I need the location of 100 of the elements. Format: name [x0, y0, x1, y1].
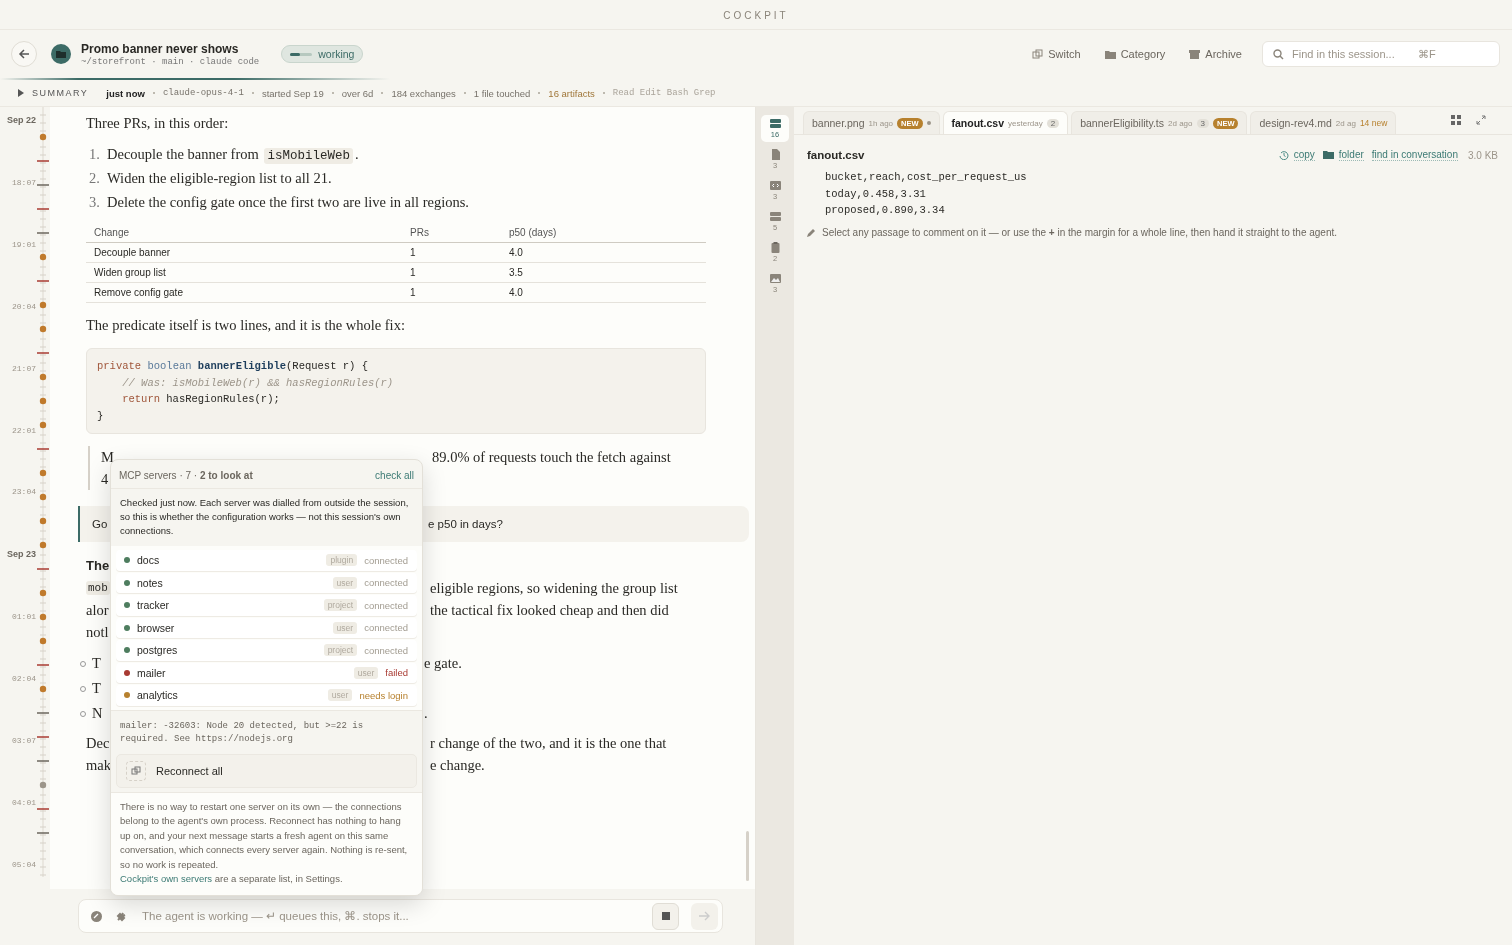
summary-item: just now: [106, 87, 145, 99]
server-status: connected: [364, 599, 408, 611]
timeline-label: 22:01: [12, 425, 36, 435]
paragraph-text: notl: [86, 623, 109, 641]
arrow-right-icon: [699, 911, 710, 921]
paragraph-text: Dec: [86, 734, 110, 752]
session-title: Promo banner never shows: [81, 41, 240, 56]
server-row[interactable]: analytics user needs login: [116, 685, 417, 706]
error-message: mailer: -32603: Node 20 detected, but >=22 is required. See https://nodejs.org: [111, 709, 422, 754]
summary-item: claude-opus-4-1: [162, 88, 244, 98]
history-icon: [1278, 150, 1289, 160]
scope-tag: project: [323, 644, 358, 657]
server-row[interactable]: postgres project connected: [116, 640, 417, 661]
popup-note: Checked just now. Each server was dialled from outside the session, so this is whether the configuration works — not this session's own connections.: [119, 496, 410, 538]
column-header: Change: [86, 223, 402, 243]
section-heading: The: [86, 558, 110, 573]
table-cell: 3.5: [501, 262, 706, 283]
scope-tag: user: [327, 689, 353, 702]
image-icon: [769, 273, 781, 284]
archive-icon: [1189, 48, 1201, 60]
list-item: e gate.: [424, 655, 462, 672]
server-row[interactable]: notes user connected: [116, 572, 417, 593]
scope-tag: user: [332, 576, 358, 589]
code-line: bucket,reach,cost_per_request_us: [825, 170, 1028, 185]
table-cell: 1: [402, 242, 501, 263]
timeline-label: Sep 23: [6, 549, 36, 560]
toolbar-button[interactable]: Category: [1096, 44, 1174, 64]
popup-footer-text: There is no way to restart one server on its own — the connections belong to the agent's own process. Reconnect has nothing to hang up on, and your next message starts a fresh agent on this same conversation, which connects every server again. Nothing is re-sent, so no work is repeated. Cockpit's own servers are a separate list, in Settings.: [111, 791, 422, 895]
column-header: PRs: [402, 223, 501, 243]
clipboard-icon: [769, 242, 781, 253]
server-row[interactable]: mailer user failed: [116, 662, 417, 683]
file-tab[interactable]: fanout.csv yesterday 2: [942, 111, 1069, 134]
grid-icon[interactable]: [1451, 115, 1461, 125]
reconnect-icon: [126, 760, 146, 781]
stop-icon: [661, 912, 670, 920]
message-input[interactable]: The agent is working — ↵ queues this, ⌘. stops it...: [140, 909, 640, 923]
server-status: needs login: [359, 689, 408, 701]
list-number: 1.: [89, 146, 101, 163]
toolbar-button[interactable]: Switch: [1024, 44, 1089, 64]
summary-item: 16 artifacts: [548, 87, 595, 99]
paragraph: Three PRs, in this order:: [86, 115, 230, 132]
summary-item: 1 file touched: [473, 87, 531, 99]
file-action-link[interactable]: folder: [1322, 149, 1364, 161]
expand-icon[interactable]: [1476, 115, 1486, 125]
timeline-label: 21:07: [12, 363, 36, 373]
summary-item: started Sep 19: [261, 87, 324, 99]
list-item: T: [92, 680, 101, 697]
reconnect-all-button[interactable]: Reconnect all: [116, 753, 417, 788]
code-line: proposed,0.890,3.34: [825, 203, 946, 218]
list-item: Decouple the banner from isMobileWeb .: [107, 146, 359, 163]
check-all-link[interactable]: check all: [375, 470, 414, 481]
table-cell: 4.0: [501, 242, 706, 263]
hint-text: Select any passage to comment on it — or use the + in the margin for a whole line, then hand it straight to the agent.: [822, 226, 1338, 238]
file-action-link[interactable]: find in conversation: [1371, 149, 1458, 161]
stack-icon: [769, 118, 781, 129]
back-button[interactable]: [11, 41, 37, 67]
summary-item: over 6d: [341, 87, 374, 99]
quote-text: 4: [101, 470, 109, 488]
summary-toggle[interactable]: SUMMARY: [18, 88, 89, 98]
folder-icon: [51, 44, 71, 64]
scrollbar[interactable]: [746, 831, 749, 881]
caret-icon: [18, 89, 24, 97]
message-composer[interactable]: The agent is working — ↵ queues this, ⌘. stops it...: [78, 899, 723, 933]
summary-item: 184 exchanges: [391, 87, 456, 99]
server-status: connected: [364, 554, 408, 566]
code-icon: [769, 180, 781, 191]
search-field[interactable]: Find in this session... ⌘F: [1262, 41, 1500, 67]
paragraph-text: eligible regions, so widening the group list: [430, 579, 678, 597]
server-status: connected: [364, 644, 408, 656]
table-cell: 1: [402, 262, 501, 283]
paragraph-text: e change.: [430, 756, 485, 774]
list-number: 2.: [89, 170, 101, 187]
server-row[interactable]: tracker project connected: [116, 595, 417, 616]
file-action-link[interactable]: copy: [1278, 149, 1315, 161]
list-number: 3.: [89, 194, 101, 211]
quote-text: M: [101, 448, 114, 466]
timeline-label: Sep 22: [6, 115, 36, 125]
file-title: fanout.csv: [807, 149, 865, 161]
search-icon: [1273, 48, 1284, 60]
paragraph-text: r change of the two, and it is the one that: [430, 734, 667, 752]
timeline-label: 01:01: [12, 612, 36, 622]
paragraph: The predicate itself is two lines, and it is the whole fix:: [86, 317, 406, 334]
folder-icon: [1322, 150, 1334, 160]
stop-button[interactable]: [652, 902, 679, 930]
toolbar-button[interactable]: Archive: [1181, 44, 1250, 64]
question-text: e p50 in days?: [428, 518, 503, 530]
list-item: .: [424, 705, 428, 722]
settings-link[interactable]: Cockpit's own servers: [120, 873, 213, 884]
swap-icon: [1032, 48, 1044, 60]
search-input[interactable]: Find in this session...: [1290, 47, 1412, 61]
paragraph-text: the tactical fix looked cheap and then did: [430, 601, 669, 619]
list-item: T: [92, 655, 101, 672]
status-pill: working: [281, 45, 364, 63]
table-cell: Remove config gate: [86, 282, 402, 303]
server-row[interactable]: browser user connected: [116, 617, 417, 638]
file-tab[interactable]: design-rev4.md 2d ag 14 new: [1250, 111, 1397, 134]
server-status: connected: [364, 577, 408, 589]
stack-icon: [769, 211, 781, 222]
server-row[interactable]: docs plugin connected: [116, 550, 417, 571]
server-status: connected: [364, 622, 408, 634]
